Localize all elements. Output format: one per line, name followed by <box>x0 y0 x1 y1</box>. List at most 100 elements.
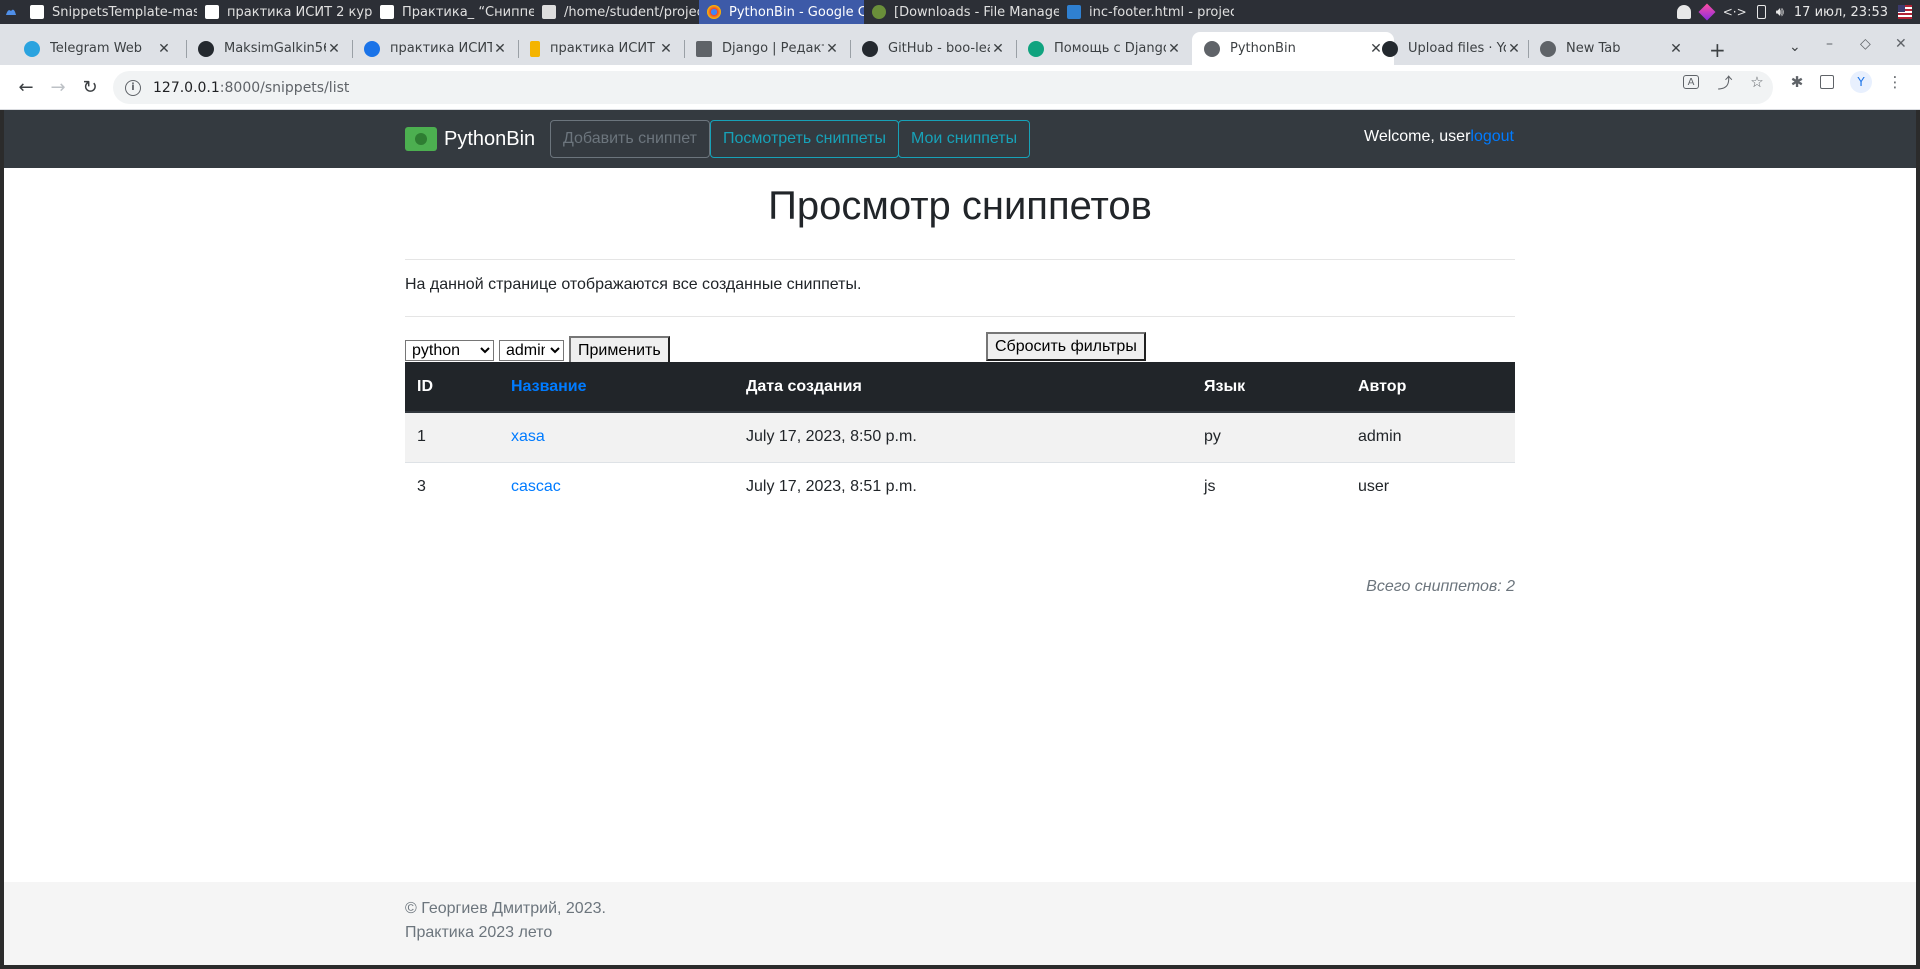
reload-icon[interactable]: ↻ <box>78 75 102 99</box>
tab-django-edit[interactable]: Django | Редактир ✕ <box>684 32 850 65</box>
my-snippets-button[interactable]: Мои сниппеты <box>898 120 1031 158</box>
bookmark-star-icon[interactable]: ☆ <box>1748 73 1766 91</box>
sort-by-name-link[interactable]: Название <box>511 378 587 395</box>
app-tray-icon[interactable] <box>1698 3 1716 21</box>
start-menu-button[interactable] <box>0 0 22 24</box>
site-info-icon[interactable]: i <box>125 79 141 96</box>
tab-close-icon[interactable]: ✕ <box>1166 41 1182 57</box>
tab-github-maksim[interactable]: MaksimGalkin5678 ✕ <box>186 32 352 65</box>
forward-icon[interactable]: → <box>46 75 70 99</box>
kebab-menu-icon[interactable]: ⋮ <box>1886 73 1904 91</box>
tab-new-tab[interactable]: New Tab ✕ <box>1528 32 1694 65</box>
telegram-icon <box>24 40 40 57</box>
footer-note: Практика 2023 лето <box>405 924 553 941</box>
divider <box>405 259 1515 260</box>
page-description: На данной странице отображаются все созд… <box>405 276 862 293</box>
tab-practice-2[interactable]: практика ИСИТ 2 ✕ <box>518 32 684 65</box>
reset-filters-button[interactable]: Сбросить фильтры <box>986 332 1146 361</box>
cell-id: 1 <box>405 411 499 462</box>
tab-close-icon[interactable]: ✕ <box>990 41 1006 57</box>
language-filter-select[interactable]: python <box>405 340 494 361</box>
taskbar-task-vscode[interactable]: inc-footer.html - projects - Vi... <box>1059 0 1234 24</box>
chrome-icon <box>707 5 721 19</box>
snippets-table: ID Название Дата создания Язык Автор 1 x… <box>405 362 1515 512</box>
tab-telegram[interactable]: Telegram Web ✕ <box>12 32 182 65</box>
taskbar-task-zip[interactable]: SnippetsTemplate-master.zip <box>22 0 197 24</box>
user-filter-select[interactable]: admin <box>499 340 564 361</box>
folder-logo-icon <box>405 127 437 151</box>
volume-icon[interactable]: 🔊︎ <box>1776 5 1784 20</box>
column-header-language: Язык <box>1192 362 1346 413</box>
column-header-name[interactable]: Название <box>499 362 734 413</box>
new-tab-button[interactable]: + <box>1709 38 1726 62</box>
side-panel-icon[interactable] <box>1820 75 1834 89</box>
main-content: Просмотр сниппетов На данной странице от… <box>405 168 1515 868</box>
browser-toolbar: ← → ↻ i 127.0.0.1 :8000/snippets/list A … <box>0 65 1920 110</box>
close-window-icon[interactable]: ✕ <box>1895 36 1907 52</box>
apply-filter-button[interactable]: Применить <box>569 336 670 365</box>
cell-name: xasa <box>499 411 734 462</box>
view-snippets-button[interactable]: Посмотреть сниппеты <box>710 120 899 158</box>
tab-practice-1[interactable]: практика ИСИТ 2 ✕ <box>352 32 518 65</box>
snippet-link[interactable]: xasa <box>511 428 545 445</box>
tab-chatgpt[interactable]: Помощь с Django. ✕ <box>1016 32 1192 65</box>
tab-github-boo[interactable]: GitHub - boo-learn ✕ <box>850 32 1016 65</box>
tab-close-icon[interactable]: ✕ <box>1668 41 1684 57</box>
tab-close-icon[interactable]: ✕ <box>824 41 840 57</box>
add-snippet-button[interactable]: Добавить сниппет <box>550 120 710 158</box>
openai-icon <box>1028 40 1044 57</box>
archive-icon <box>530 40 540 57</box>
notification-bell-icon[interactable] <box>1676 5 1691 19</box>
column-header-author: Автор <box>1346 362 1515 413</box>
divider <box>405 316 1515 317</box>
cell-date: July 17, 2023, 8:51 p.m. <box>734 461 1192 512</box>
brand-link[interactable]: PythonBin <box>405 127 535 151</box>
profile-avatar[interactable]: Y <box>1850 71 1872 93</box>
browser-tab-strip: Telegram Web ✕ MaksimGalkin5678 ✕ практи… <box>0 24 1920 65</box>
tab-upload-files[interactable]: Upload files · Yogic ✕ <box>1370 32 1532 65</box>
total-count: Всего сниппетов: 2 <box>1366 578 1515 595</box>
translate-icon[interactable]: A <box>1683 75 1699 89</box>
github-icon <box>198 40 214 57</box>
back-icon[interactable]: ← <box>14 75 38 99</box>
column-header-date: Дата создания <box>734 362 1192 413</box>
tab-close-icon[interactable]: ✕ <box>1506 41 1522 57</box>
tab-pythonbin[interactable]: PythonBin ✕ <box>1192 32 1394 65</box>
github-icon <box>862 40 878 57</box>
taskbar-task-rar[interactable]: практика ИСИТ 2 курс.rar [... <box>197 0 372 24</box>
taskbar-task-file-manager[interactable]: [Downloads - File Manager] <box>864 0 1059 24</box>
battery-icon[interactable] <box>1756 5 1766 19</box>
text-editor-icon <box>542 5 556 19</box>
tab-close-icon[interactable]: ✕ <box>156 41 172 57</box>
tab-close-icon[interactable]: ✕ <box>326 41 342 57</box>
github-icon <box>1382 40 1398 57</box>
cloud-drive-icon <box>364 40 380 57</box>
share-icon[interactable]: ⤴ <box>1716 73 1734 92</box>
globe-icon <box>1204 40 1220 57</box>
archive-icon <box>205 5 219 19</box>
cell-name: cascac <box>499 461 734 512</box>
column-header-id: ID <box>405 362 499 413</box>
vscode-icon <box>1067 5 1081 19</box>
maximize-icon[interactable]: ◇ <box>1860 36 1871 52</box>
taskbar-task-chrome[interactable]: PythonBin - Google Chrome <box>699 0 864 24</box>
network-icon[interactable]: <·> <box>1723 5 1747 19</box>
extensions-puzzle-icon[interactable]: ✱ <box>1788 73 1806 91</box>
taskbar-task-editor[interactable]: /home/student/projects/Proj... <box>534 0 699 24</box>
snippet-link[interactable]: cascac <box>511 478 561 495</box>
chrome-icon <box>1540 40 1556 57</box>
footer-copyright: © Георгиев Дмитрий, 2023. <box>405 900 606 917</box>
page-viewport: PythonBin Добавить сниппет Посмотреть сн… <box>4 110 1916 965</box>
tab-close-icon[interactable]: ✕ <box>492 41 508 57</box>
logout-link[interactable]: logout <box>1470 128 1514 145</box>
os-taskbar: SnippetsTemplate-master.zip практика ИСИ… <box>0 0 1920 24</box>
mail-icon <box>696 40 712 57</box>
keyboard-layout-flag-icon[interactable] <box>1898 5 1912 19</box>
page-title: Просмотр сниппетов <box>768 184 1152 228</box>
minimize-icon[interactable]: – <box>1826 36 1833 52</box>
taskbar-task-doc[interactable]: Практика_ “Сниппеты” На... <box>372 0 534 24</box>
tab-search-chevron-icon[interactable]: ⌄ <box>1789 39 1801 55</box>
clock[interactable]: 17 июл, 23:53 <box>1794 5 1888 20</box>
tab-close-icon[interactable]: ✕ <box>658 41 674 57</box>
address-bar[interactable]: i 127.0.0.1 :8000/snippets/list <box>113 71 1773 104</box>
